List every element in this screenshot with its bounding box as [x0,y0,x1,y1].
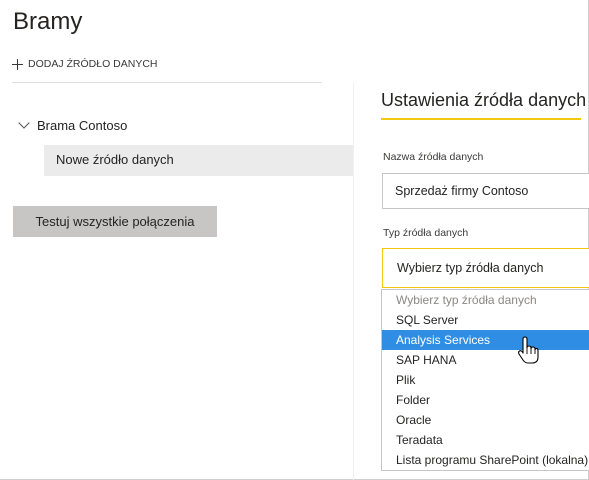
chevron-down-icon [18,117,30,129]
dropdown-option[interactable]: Oracle [382,410,589,430]
settings-title: Ustawienia źródła danych [381,90,587,110]
dropdown-option[interactable]: Folder [382,390,589,410]
dropdown-option-placeholder[interactable]: Wybierz typ źródła danych [382,290,589,310]
test-all-connections-button[interactable]: Testuj wszystkie połączenia [13,206,217,237]
dropdown-option-highlighted[interactable]: Analysis Services [382,330,589,350]
add-datasource-label: DODAJ ŹRÓDŁO DANYCH [28,58,158,70]
datasource-list-item[interactable]: Nowe źródło danych [44,145,353,176]
dropdown-option[interactable]: Plik [382,370,589,390]
dropdown-option[interactable]: SQL Server [382,310,589,330]
plus-icon [12,58,23,70]
dropdown-option[interactable]: Lista programu SharePoint (lokalna) [382,450,589,470]
add-datasource-button[interactable]: DODAJ ŹRÓDŁO DANYCH [12,58,158,70]
gateway-tree-item[interactable]: Brama Contoso [18,117,128,133]
datasource-type-select[interactable]: Wybierz typ źródła danych [382,248,589,288]
page-title: Bramy [13,8,83,35]
panel-separator [353,82,354,480]
datasource-type-label: Typ źródła danych [383,227,469,239]
dropdown-option[interactable]: SAP HANA [382,350,589,370]
hand-pointer-cursor-icon [518,336,539,364]
datasource-name-label: Nazwa źródła danych [383,151,484,163]
datasource-name-input[interactable] [382,173,589,209]
left-divider [12,82,322,83]
dropdown-option[interactable]: Teradata [382,430,589,450]
gateway-name: Brama Contoso [37,118,128,133]
datasource-type-dropdown: Wybierz typ źródła danych SQL Server Ana… [381,289,589,471]
settings-title-underline [381,118,581,120]
